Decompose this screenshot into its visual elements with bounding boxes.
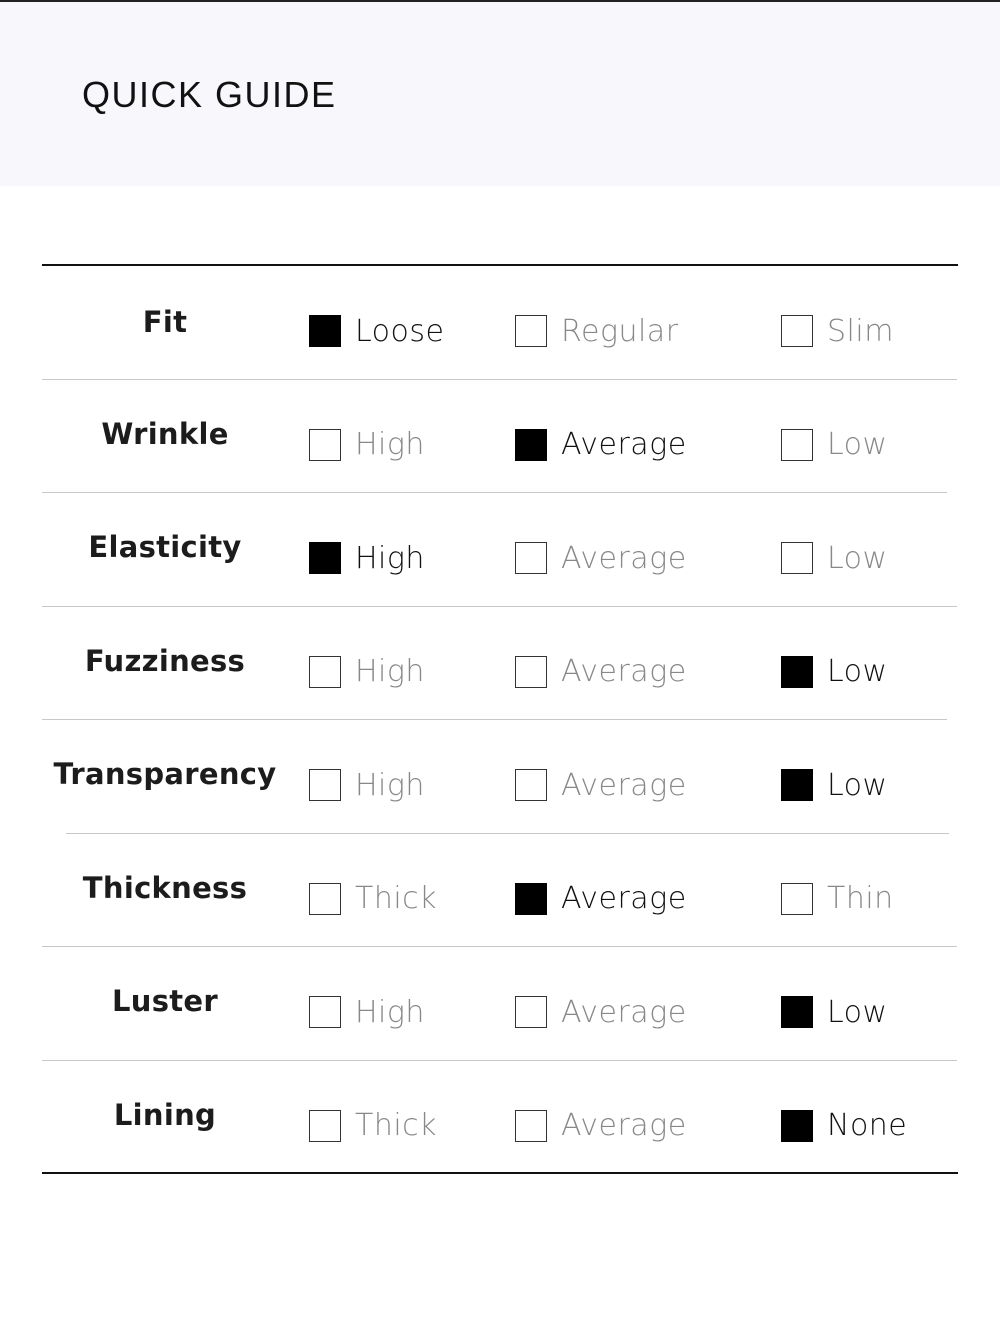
- guide-row-transparency: Transparency High Average Low: [0, 719, 1000, 832]
- unchecked-box-icon: [309, 882, 341, 915]
- option-label: Thin: [827, 881, 894, 916]
- option-label: High: [355, 427, 425, 462]
- option-label: Low: [827, 427, 888, 462]
- option-average: Average: [515, 881, 687, 917]
- unchecked-box-icon: [515, 542, 547, 574]
- guide-row-fit: Fit Loose Regular Slim: [0, 265, 1000, 378]
- checked-box-icon: [515, 882, 547, 915]
- option-label: Low: [827, 994, 888, 1030]
- checked-box-icon: [309, 315, 341, 347]
- option-high: High: [309, 654, 425, 690]
- checked-box-icon: [781, 996, 813, 1028]
- option-average: Average: [515, 994, 687, 1030]
- attribute-label: Elasticity: [88, 530, 242, 564]
- option-label: Thick: [355, 881, 438, 916]
- unchecked-box-icon: [515, 315, 547, 347]
- unchecked-box-icon: [309, 1109, 341, 1142]
- option-thin: Thin: [781, 881, 894, 917]
- checked-box-icon: [781, 769, 813, 801]
- option-regular: Regular: [515, 313, 679, 349]
- unchecked-box-icon: [309, 769, 341, 801]
- checked-box-icon: [781, 1109, 813, 1142]
- option-average: Average: [515, 427, 687, 463]
- option-label: None: [827, 1108, 908, 1143]
- guide-row-lining: Lining Thick Average None: [0, 1060, 1000, 1173]
- attribute-label: Lining: [113, 1097, 217, 1132]
- option-none: None: [781, 1108, 907, 1144]
- option-average: Average: [515, 654, 687, 690]
- unchecked-box-icon: [309, 996, 341, 1028]
- guide-row-elasticity: Elasticity High Average Low: [0, 492, 1000, 605]
- unchecked-box-icon: [781, 428, 813, 461]
- attribute-label: Wrinkle: [101, 416, 229, 451]
- guide-row-luster: Luster High Average Low: [0, 946, 1000, 1059]
- guide-row-thickness: Thickness Thick Average Thin: [0, 833, 1000, 946]
- option-label: High: [355, 654, 425, 689]
- option-thick: Thick: [309, 1108, 437, 1144]
- option-thick: Thick: [309, 881, 437, 917]
- option-label: Low: [827, 540, 888, 576]
- option-slim: Slim: [781, 313, 894, 349]
- option-label: High: [355, 767, 425, 803]
- unchecked-box-icon: [781, 315, 813, 347]
- quick-guide-table: Fit Loose Regular Slim Wrinkle High Average Low…: [0, 0, 1000, 1333]
- option-label: Low: [827, 767, 888, 803]
- option-label: Average: [561, 994, 687, 1030]
- unchecked-box-icon: [515, 655, 547, 688]
- option-label: Slim: [827, 313, 894, 349]
- table-bottom-rule: [42, 1172, 958, 1174]
- unchecked-box-icon: [309, 428, 341, 461]
- unchecked-box-icon: [781, 882, 813, 915]
- option-label: Thick: [355, 1108, 438, 1143]
- option-label: Low: [827, 654, 888, 689]
- option-high: High: [309, 540, 425, 576]
- option-high: High: [309, 427, 425, 463]
- option-high: High: [309, 767, 425, 803]
- option-label: Average: [561, 881, 687, 916]
- option-average: Average: [515, 767, 687, 803]
- option-low: Low: [781, 654, 888, 690]
- attribute-label: Fit: [142, 305, 188, 339]
- option-label: High: [355, 540, 425, 576]
- guide-row-wrinkle: Wrinkle High Average Low: [0, 379, 1000, 492]
- option-high: High: [309, 994, 425, 1030]
- unchecked-box-icon: [515, 996, 547, 1028]
- unchecked-box-icon: [515, 769, 547, 801]
- option-average: Average: [515, 540, 687, 576]
- attribute-label: Thickness: [82, 870, 248, 905]
- option-label: High: [355, 994, 425, 1030]
- checked-box-icon: [781, 655, 813, 688]
- attribute-label: Transparency: [53, 757, 277, 791]
- attribute-label: Fuzziness: [84, 643, 246, 678]
- option-low: Low: [781, 427, 888, 463]
- unchecked-box-icon: [781, 542, 813, 574]
- guide-row-fuzziness: Fuzziness High Average Low: [0, 606, 1000, 719]
- option-label: Average: [561, 1108, 687, 1143]
- checked-box-icon: [309, 542, 341, 574]
- unchecked-box-icon: [309, 655, 341, 688]
- attribute-label: Luster: [111, 984, 219, 1018]
- option-low: Low: [781, 767, 888, 803]
- option-low: Low: [781, 994, 888, 1030]
- checked-box-icon: [515, 428, 547, 461]
- option-label: Average: [561, 540, 687, 576]
- option-label: Loose: [355, 313, 445, 349]
- option-average: Average: [515, 1108, 687, 1144]
- option-label: Average: [561, 767, 687, 803]
- option-loose: Loose: [309, 313, 444, 349]
- option-label: Regular: [561, 313, 679, 349]
- option-label: Average: [561, 427, 687, 462]
- unchecked-box-icon: [515, 1109, 547, 1142]
- option-low: Low: [781, 540, 888, 576]
- option-label: Average: [561, 654, 687, 689]
